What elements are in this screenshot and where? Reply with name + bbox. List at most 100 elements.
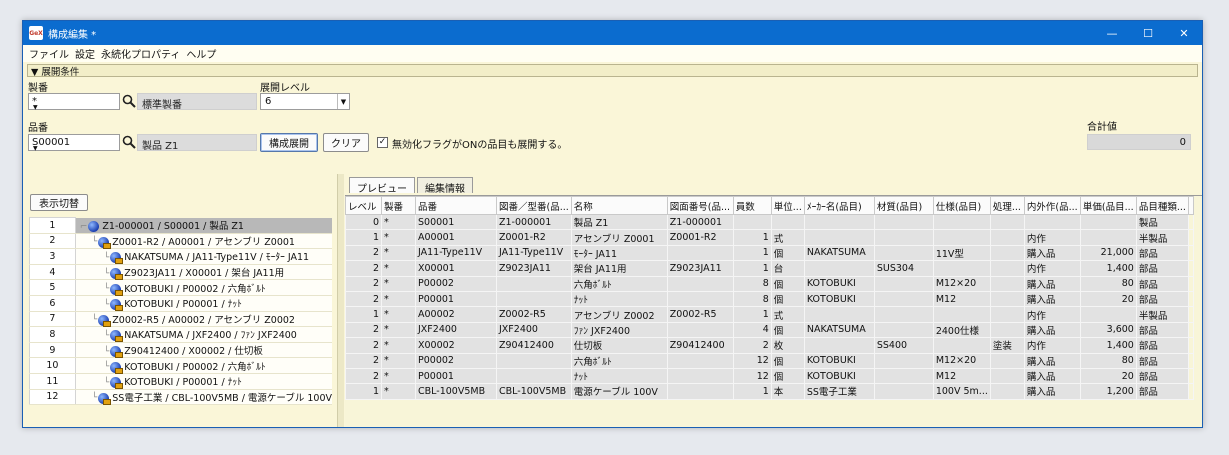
- table-cell[interactable]: [932, 337, 991, 354]
- table-cell[interactable]: 電源ケーブル 100V: [570, 383, 668, 400]
- column-header[interactable]: 図面番号(品...: [666, 196, 734, 215]
- table-cell[interactable]: KOTOBUKI: [803, 352, 875, 369]
- table-cell[interactable]: 2: [345, 352, 382, 369]
- table-cell[interactable]: 1,200: [1079, 383, 1137, 400]
- table-cell[interactable]: [989, 244, 1025, 262]
- table-cell[interactable]: [666, 352, 734, 369]
- expand-structure-button[interactable]: 構成展開: [260, 133, 318, 152]
- menu-persist-properties[interactable]: 永続化プロパティ: [101, 46, 180, 61]
- tree-node[interactable]: └ KOTOBUKI / P00001 / ﾅｯﾄ: [75, 295, 332, 312]
- table-cell[interactable]: *: [381, 383, 416, 400]
- table-cell[interactable]: 半製品: [1135, 306, 1189, 323]
- table-cell[interactable]: 12: [732, 367, 772, 385]
- tree-node[interactable]: └ SS電子工業 / CBL-100V5MB / 電源ケーブル 100V: [75, 389, 332, 406]
- table-cell[interactable]: P00002: [415, 352, 497, 369]
- table-cell[interactable]: [803, 337, 875, 354]
- table-cell[interactable]: 20: [1079, 367, 1137, 385]
- table-cell[interactable]: アセンブリ Z0002: [570, 306, 668, 323]
- table-cell[interactable]: ﾓｰﾀｰ JA11: [570, 244, 668, 262]
- table-cell[interactable]: [989, 275, 1025, 292]
- table-cell[interactable]: KOTOBUKI: [803, 275, 875, 292]
- tree-node[interactable]: └ KOTOBUKI / P00002 / 六角ﾎﾞﾙﾄ: [75, 279, 332, 296]
- table-cell[interactable]: 11V型: [932, 244, 991, 262]
- table-cell[interactable]: 個: [770, 321, 805, 339]
- table-cell[interactable]: [873, 367, 934, 385]
- table-cell[interactable]: 内作: [1023, 260, 1081, 277]
- table-cell[interactable]: ﾌｧﾝ JXF2400: [570, 321, 668, 339]
- table-cell[interactable]: 1: [345, 306, 382, 323]
- column-header[interactable]: 材質(品目): [873, 196, 934, 215]
- table-cell[interactable]: Z90412400: [666, 337, 734, 354]
- table-cell[interactable]: KOTOBUKI: [803, 290, 875, 308]
- tree-row[interactable]: 12 └ SS電子工業 / CBL-100V5MB / 電源ケーブル 100V: [29, 388, 332, 406]
- tree-row[interactable]: 8 └ NAKATSUMA / JXF2400 / ﾌｧﾝ JXF2400: [29, 326, 332, 343]
- column-header[interactable]: 名称: [570, 196, 668, 215]
- table-cell[interactable]: Z1-000001: [666, 213, 734, 231]
- table-cell[interactable]: 8: [732, 275, 772, 292]
- table-cell[interactable]: *: [381, 321, 416, 339]
- include-disabled-checkbox[interactable]: ✓: [377, 137, 388, 148]
- table-cell[interactable]: *: [381, 275, 416, 292]
- table-row[interactable]: 0 * S00001 Z1-000001 製品 Z1 Z1-000001 製品: [345, 213, 1194, 231]
- table-cell[interactable]: *: [381, 213, 416, 231]
- table-cell[interactable]: P00002: [415, 275, 497, 292]
- table-cell[interactable]: 2: [345, 367, 382, 385]
- table-cell[interactable]: [496, 352, 572, 369]
- table-row[interactable]: 2 * JA11-Type11V JA11-Type11V ﾓｰﾀｰ JA11 1 個 NAK…: [345, 244, 1194, 262]
- expand-conditions-header[interactable]: ▼ 展開条件: [27, 64, 1198, 78]
- table-cell[interactable]: 2: [345, 290, 382, 308]
- column-header[interactable]: 単位...: [770, 196, 805, 215]
- column-header[interactable]: 品番: [415, 196, 497, 215]
- table-cell[interactable]: [496, 290, 572, 308]
- table-row[interactable]: 1 * CBL-100V5MB CBL-100V5MB 電源ケーブル 100V 1 本 SS電…: [345, 383, 1194, 400]
- table-cell[interactable]: 80: [1079, 352, 1137, 369]
- table-row[interactable]: 1 * A00002 Z0002-R5 アセンブリ Z0002 Z0002-R5 1 式内作半…: [345, 306, 1194, 323]
- table-cell[interactable]: 製品 Z1: [570, 213, 668, 231]
- table-cell[interactable]: *: [381, 352, 416, 369]
- table-cell[interactable]: KOTOBUKI: [803, 367, 875, 385]
- table-row[interactable]: 2 * X00002 Z90412400 仕切板 Z90412400 2 枚 SS400 塗装 内作…: [345, 337, 1194, 354]
- table-cell[interactable]: 部品: [1135, 337, 1189, 354]
- table-cell[interactable]: 21,000: [1079, 244, 1137, 262]
- table-cell[interactable]: 2: [345, 337, 382, 354]
- table-cell[interactable]: NAKATSUMA: [803, 244, 875, 262]
- table-cell[interactable]: 架台 JA11用: [570, 260, 668, 277]
- table-cell[interactable]: [1079, 229, 1137, 246]
- seiban-input[interactable]: * ▼: [28, 93, 120, 111]
- table-cell[interactable]: CBL-100V5MB: [415, 383, 497, 400]
- table-cell[interactable]: 1: [732, 306, 772, 323]
- table-cell[interactable]: [989, 229, 1025, 246]
- tree-row[interactable]: 4 └ Z9023JA11 / X00001 / 架台 JA11用: [29, 263, 332, 281]
- table-cell[interactable]: *: [381, 260, 416, 277]
- table-cell[interactable]: [666, 290, 734, 308]
- table-cell[interactable]: JXF2400: [496, 321, 572, 339]
- table-cell[interactable]: 購入品: [1023, 321, 1081, 339]
- table-cell[interactable]: 1: [345, 383, 382, 400]
- table-cell[interactable]: 購入品: [1023, 367, 1081, 385]
- hinban-input[interactable]: S00001 ▼: [28, 134, 120, 152]
- table-cell[interactable]: NAKATSUMA: [803, 321, 875, 339]
- table-cell[interactable]: [1023, 213, 1081, 231]
- table-cell[interactable]: 8: [732, 290, 772, 308]
- table-cell[interactable]: [666, 275, 734, 292]
- table-cell[interactable]: 2: [345, 321, 382, 339]
- table-cell[interactable]: [666, 367, 734, 385]
- tab-preview[interactable]: プレビュー: [349, 177, 415, 195]
- table-cell[interactable]: 部品: [1135, 260, 1189, 277]
- table-cell[interactable]: [989, 352, 1025, 369]
- table-cell[interactable]: [1079, 306, 1137, 323]
- table-cell[interactable]: JXF2400: [415, 321, 497, 339]
- table-cell[interactable]: [989, 383, 1025, 400]
- tree-row[interactable]: 3 └ NAKATSUMA / JA11-Type11V / ﾓｰﾀｰ JA11: [29, 248, 332, 265]
- tree-node[interactable]: └ KOTOBUKI / P00001 / ﾅｯﾄ: [75, 373, 332, 390]
- column-header[interactable]: 処理...: [989, 196, 1025, 215]
- table-cell[interactable]: CBL-100V5MB: [496, 383, 572, 400]
- table-cell[interactable]: Z0002-R5: [496, 306, 572, 323]
- table-row[interactable]: 2 * P00001 ﾅｯﾄ 8 個 KOTOBUKI M12 購入品 20 部品: [345, 290, 1194, 308]
- menu-help[interactable]: ヘルプ: [186, 46, 216, 61]
- table-cell[interactable]: ﾅｯﾄ: [570, 367, 668, 385]
- table-cell[interactable]: SS400: [873, 337, 934, 354]
- table-cell[interactable]: P00001: [415, 367, 497, 385]
- table-cell[interactable]: Z0002-R5: [666, 306, 734, 323]
- table-cell[interactable]: 0: [345, 213, 382, 231]
